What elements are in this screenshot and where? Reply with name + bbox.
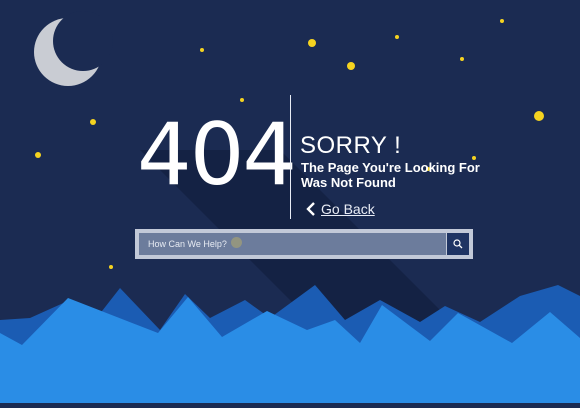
star bbox=[200, 48, 204, 52]
chevron-left-icon bbox=[306, 202, 315, 216]
search-bar bbox=[135, 229, 473, 259]
divider bbox=[290, 95, 291, 219]
go-back-label: Go Back bbox=[321, 201, 375, 217]
star bbox=[90, 119, 96, 125]
error-title: SORRY ! bbox=[300, 132, 402, 159]
moon-icon bbox=[34, 11, 113, 86]
go-back-link[interactable]: Go Back bbox=[304, 201, 375, 217]
star bbox=[308, 39, 316, 47]
search-input[interactable] bbox=[139, 233, 446, 255]
star bbox=[460, 57, 464, 61]
mouse-cursor bbox=[231, 237, 242, 248]
star bbox=[395, 35, 399, 39]
error-message: The Page You're Looking For Was Not Foun… bbox=[301, 160, 491, 190]
search-button[interactable] bbox=[447, 233, 469, 255]
star bbox=[109, 265, 113, 269]
error-code: 404 bbox=[137, 105, 297, 205]
star bbox=[534, 111, 544, 121]
star bbox=[240, 98, 244, 102]
star bbox=[35, 152, 41, 158]
star bbox=[500, 19, 504, 23]
error-message-line2: Was Not Found bbox=[301, 175, 396, 190]
error-message-line1: The Page You're Looking For bbox=[301, 160, 480, 175]
star bbox=[347, 62, 355, 70]
search-icon bbox=[453, 239, 463, 249]
